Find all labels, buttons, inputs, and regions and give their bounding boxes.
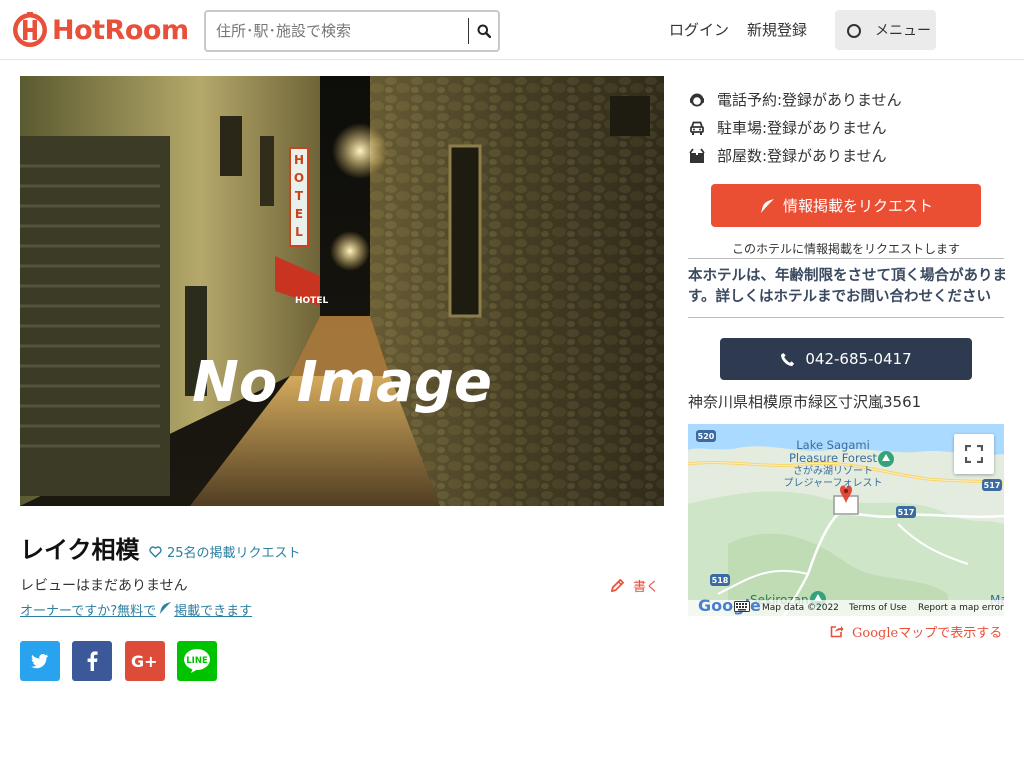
svg-text:LINE: LINE xyxy=(186,656,208,666)
phone-reservation-info: 電話予約:登録がありません xyxy=(688,89,902,110)
owner-suffix: 掲載できます xyxy=(174,604,253,619)
keyboard-icon[interactable] xyxy=(734,601,750,615)
report-map-error-link[interactable]: Report a map error xyxy=(918,603,1004,613)
svg-text:T: T xyxy=(295,189,304,203)
logo-text: HotRoom xyxy=(52,14,189,46)
car-icon xyxy=(688,119,706,137)
phone-icon xyxy=(781,352,795,366)
share-line-button[interactable]: LINE xyxy=(177,641,217,681)
share-twitter-button[interactable] xyxy=(20,641,60,681)
svg-text:プレジャーフォレスト: プレジャーフォレスト xyxy=(784,477,883,489)
owner-listing-link[interactable]: オーナーですか?無料で 掲載できます xyxy=(20,600,252,619)
sign-letter: H xyxy=(294,153,304,167)
review-status: レビューはまだありません xyxy=(20,578,188,594)
external-link-icon xyxy=(830,626,844,638)
svg-text:O: O xyxy=(294,171,304,185)
divider xyxy=(688,317,1004,318)
site-header: HotRoom ログイン 新規登録 メニュー xyxy=(0,0,1024,60)
svg-text:L: L xyxy=(295,225,303,239)
no-image-text: No Image xyxy=(192,350,492,415)
svg-text:E: E xyxy=(295,207,303,221)
parking-info: 駐車場:登録がありません xyxy=(688,117,887,138)
svg-text:517: 517 xyxy=(984,481,1001,490)
write-review-label: 書く xyxy=(633,580,660,595)
open-google-maps-link[interactable]: Googleマップで表示する xyxy=(830,622,1002,641)
hotel-address: 神奈川県相模原市緑区寸沢嵐3561 xyxy=(688,393,922,411)
login-link[interactable]: ログイン xyxy=(669,19,729,40)
open-google-maps-label: Googleマップで表示する xyxy=(852,626,1003,641)
terms-link[interactable]: Terms of Use xyxy=(849,603,907,613)
pencil-icon xyxy=(611,579,624,592)
register-link[interactable]: 新規登録 xyxy=(747,19,807,40)
facebook-icon xyxy=(87,651,98,671)
rooms-info: 部屋数:登録がありません xyxy=(688,145,887,166)
request-note: このホテルに情報掲載をリクエストします xyxy=(731,242,960,256)
favorite-request-count: 25名の掲載リクエスト xyxy=(167,546,301,561)
fullscreen-button[interactable] xyxy=(954,434,994,474)
hotroom-logo[interactable]: HotRoom xyxy=(12,10,189,50)
divider xyxy=(688,258,1004,259)
line-icon: LINE xyxy=(184,649,210,673)
svg-text:520: 520 xyxy=(698,432,715,441)
search-input[interactable] xyxy=(216,18,466,44)
menu-label: メニュー xyxy=(875,23,931,39)
map-data-text: Map data ©2022 xyxy=(762,603,839,613)
feather-icon xyxy=(760,198,774,213)
twitter-icon xyxy=(31,653,49,668)
share-facebook-button[interactable] xyxy=(72,641,112,681)
share-googleplus-button[interactable]: G+ xyxy=(125,641,165,681)
search-icon xyxy=(477,24,491,38)
svg-text:518: 518 xyxy=(712,576,729,585)
box-icon xyxy=(688,147,706,165)
google-map[interactable]: 520 517 517 518 Lake Sagami Pleasure For… xyxy=(688,424,1004,616)
fullscreen-icon xyxy=(965,445,983,463)
svg-text:Lake Sagami: Lake Sagami xyxy=(796,438,870,452)
parking-text: 駐車場:登録がありません xyxy=(717,119,887,137)
heart-icon xyxy=(149,545,162,558)
search-button[interactable] xyxy=(468,18,498,44)
search-box xyxy=(204,10,500,52)
menu-button[interactable]: メニュー xyxy=(835,10,936,50)
google-plus-icon: G+ xyxy=(131,653,158,669)
svg-text:Pleasure Forest: Pleasure Forest xyxy=(789,451,878,465)
menu-circle-icon xyxy=(847,24,861,38)
request-listing-button[interactable]: 情報掲載をリクエスト xyxy=(711,184,981,227)
svg-text:さがみ湖リゾート: さがみ湖リゾート xyxy=(793,464,873,477)
request-listing-label: 情報掲載をリクエスト xyxy=(782,197,933,215)
favorite-request-button[interactable]: 25名の掲載リクエスト xyxy=(149,542,301,561)
operator-icon xyxy=(688,91,706,109)
phone-reservation-text: 電話予約:登録がありません xyxy=(717,91,902,109)
write-review-link[interactable]: 書く xyxy=(610,576,659,595)
phone-number: 042-685-0417 xyxy=(805,350,912,368)
hotel-photo: H O T E L HOTEL No Image xyxy=(20,76,664,506)
svg-text:G+: G+ xyxy=(131,653,158,669)
svg-text:517: 517 xyxy=(898,508,915,517)
svg-text:HOTEL: HOTEL xyxy=(295,296,328,306)
logo-mark-icon xyxy=(12,10,48,50)
call-button[interactable]: 042-685-0417 xyxy=(720,338,972,380)
google-logo: Google xyxy=(698,596,761,615)
rooms-text: 部屋数:登録がありません xyxy=(717,147,887,165)
map-attribution-bar: Google Map data ©2022 Terms of Use Repor… xyxy=(688,596,1004,616)
feather-icon xyxy=(158,601,172,619)
age-restriction-notice: 本ホテルは、年齢制限をさせて頂く場合があります。詳しくはホテルまでお問い合わせく… xyxy=(688,268,1007,305)
hotel-name: レイク相模 xyxy=(20,536,140,564)
owner-prefix: オーナーですか?無料で xyxy=(20,604,157,619)
